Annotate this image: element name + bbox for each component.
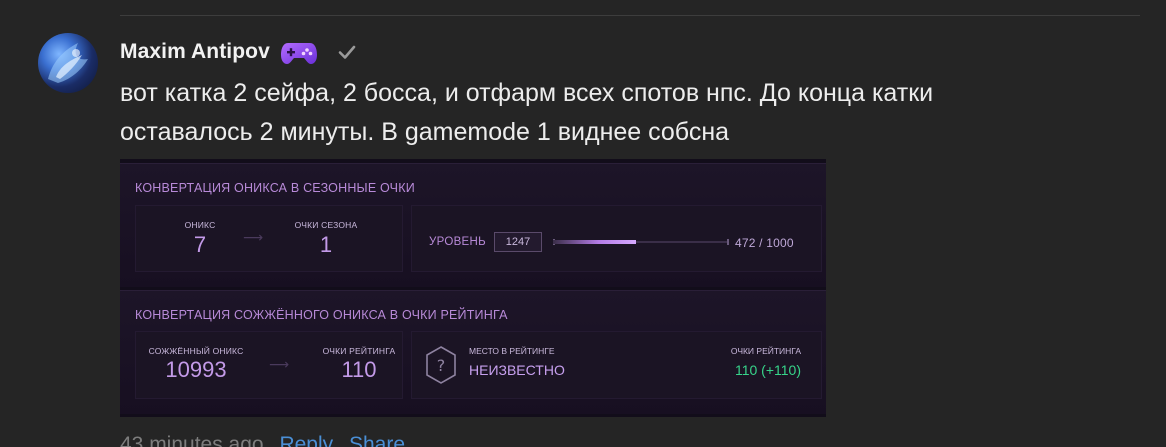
burned-onyx-label: Сожжённый оникс bbox=[148, 346, 244, 356]
arrow-right-icon: ⟶ bbox=[269, 356, 290, 372]
question-shield-icon: ? bbox=[426, 346, 456, 384]
comment-header: Maxim Antipov bbox=[120, 37, 358, 67]
onyx-conversion-box: Оникс 7 ⟶ Очки сезона 1 bbox=[135, 205, 403, 272]
rating-points-stat: Очки рейтинга 110 bbox=[314, 346, 404, 383]
level-progress-fill bbox=[553, 240, 637, 244]
avatar[interactable] bbox=[38, 33, 98, 93]
comment-text-line-2: оставалось 2 минуты. В gamemode 1 виднее… bbox=[120, 118, 730, 146]
comment-footer: 43 minutes ago Reply Share bbox=[120, 433, 405, 447]
rating-value: 110 (+110) bbox=[734, 362, 801, 378]
share-link[interactable]: Share bbox=[349, 433, 405, 447]
onyx-conversion-panel: Конвертация оникса в сезонные очки Оникс… bbox=[120, 163, 826, 287]
reply-link[interactable]: Reply bbox=[279, 433, 333, 447]
embedded-screenshot[interactable]: Конвертация оникса в сезонные очки Оникс… bbox=[120, 159, 826, 417]
burned-onyx-stat: Сожжённый оникс 10993 bbox=[144, 346, 248, 383]
gamepad-icon bbox=[280, 39, 318, 65]
rank-place-value: Неизвестно bbox=[469, 362, 565, 378]
rank-box: ? Место в рейтинге Неизвестно Очки рейти… bbox=[411, 331, 822, 399]
comment-text: вот катка 2 сейфа, 2 босса, и отфарм все… bbox=[120, 74, 1100, 152]
level-label: Уровень bbox=[429, 236, 486, 248]
onyx-stat: Оникс 7 bbox=[168, 220, 232, 258]
burned-onyx-panel: Конвертация сожжённого оникса в очки рей… bbox=[120, 290, 826, 414]
comment-time[interactable]: 43 minutes ago bbox=[120, 433, 264, 447]
level-box: Уровень 1247 472 / 1000 bbox=[411, 205, 822, 272]
top-divider bbox=[120, 15, 1140, 16]
season-points-stat: Очки сезона 1 bbox=[286, 220, 366, 258]
arrow-right-icon: ⟶ bbox=[243, 229, 264, 245]
rating-label: Очки рейтинга bbox=[730, 346, 801, 356]
season-points-label: Очки сезона bbox=[294, 220, 358, 230]
rank-place-label: Место в рейтинге bbox=[469, 346, 555, 356]
avatar-image bbox=[48, 43, 88, 83]
burned-onyx-value: 10993 bbox=[165, 357, 227, 382]
level-progress-text: 472 / 1000 bbox=[735, 236, 794, 250]
level-badge: 1247 bbox=[494, 232, 542, 252]
level-progress-bar bbox=[553, 239, 729, 245]
season-points-value: 1 bbox=[319, 232, 333, 257]
rating-points-value: 110 bbox=[341, 357, 377, 382]
onyx-label: Оникс bbox=[184, 220, 216, 230]
comment-text-line-1: вот катка 2 сейфа, 2 босса, и отфарм все… bbox=[120, 79, 934, 107]
svg-text:?: ? bbox=[437, 356, 446, 375]
burned-conversion-box: Сожжённый оникс 10993 ⟶ Очки рейтинга 11… bbox=[135, 331, 403, 399]
onyx-panel-title: Конвертация оникса в сезонные очки bbox=[135, 181, 415, 195]
burned-panel-title: Конвертация сожжённого оникса в очки рей… bbox=[135, 308, 508, 322]
rating-points-label: Очки рейтинга bbox=[322, 346, 396, 356]
progress-end-tick bbox=[727, 239, 729, 245]
check-icon bbox=[336, 41, 358, 63]
onyx-value: 7 bbox=[193, 232, 207, 257]
author-name[interactable]: Maxim Antipov bbox=[120, 40, 270, 64]
